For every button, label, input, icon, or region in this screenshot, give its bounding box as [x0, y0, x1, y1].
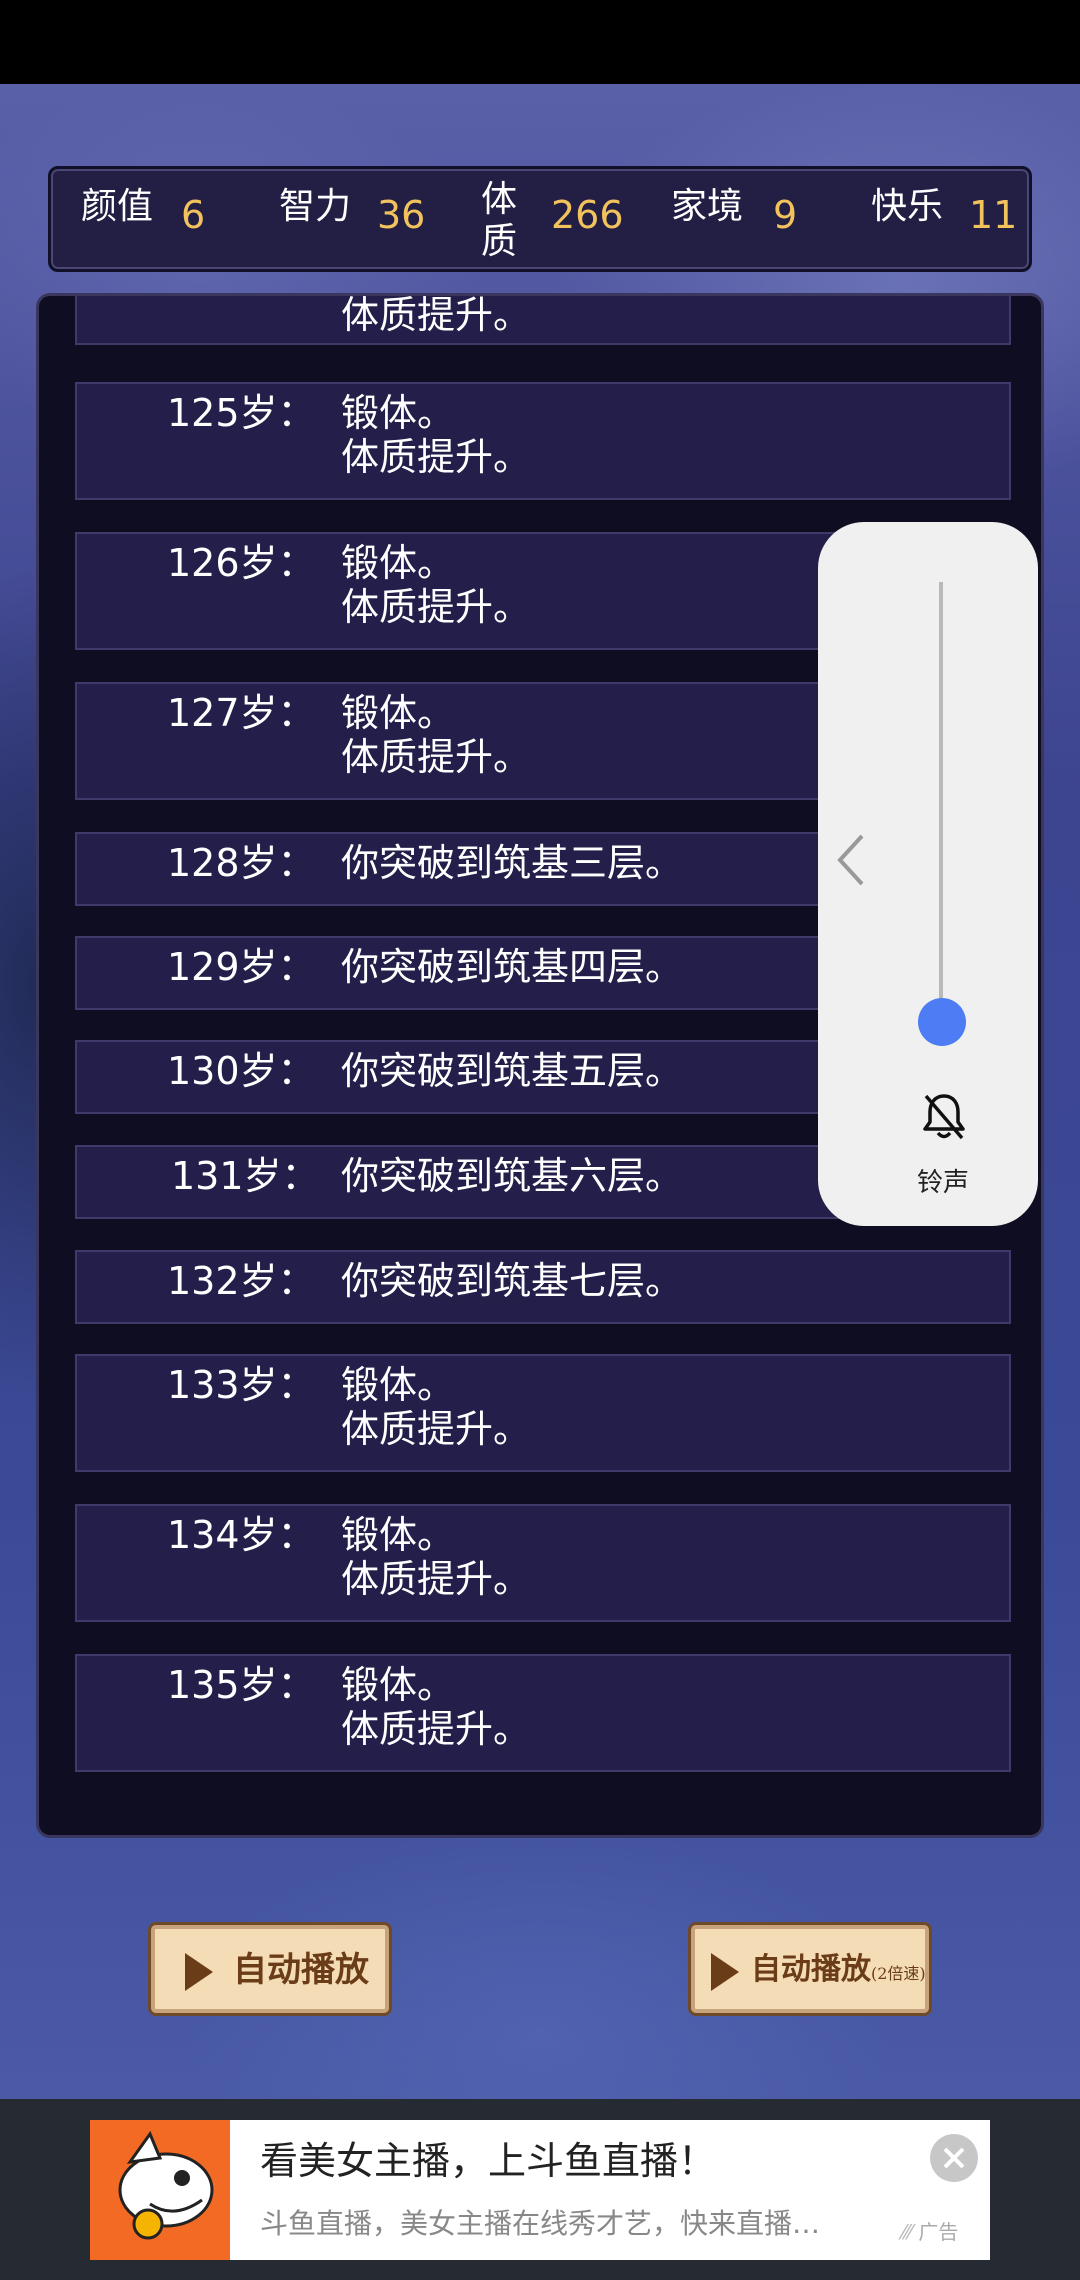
log-age: 133岁：	[167, 1363, 316, 1407]
log-age: 127岁：	[167, 691, 316, 735]
log-text: 你突破到筑基三层。	[341, 841, 684, 885]
log-text: 体质提升。	[341, 435, 532, 479]
stat-label: 快乐	[871, 186, 944, 227]
stat-label: 体质	[481, 179, 518, 262]
log-age: 134岁：	[167, 1513, 316, 1557]
log-text: 你突破到筑基六层。	[341, 1154, 684, 1198]
log-text: 锻体。	[341, 1363, 456, 1407]
stat-label: 颜值	[81, 186, 154, 227]
autoplay-2x-text: 自动播放	[751, 1952, 871, 1987]
log-text: 体质提升。	[341, 585, 532, 629]
log-age: 128岁：	[167, 841, 316, 885]
log-age: 131岁：	[171, 1154, 320, 1198]
stat-value: 6	[181, 193, 206, 237]
stat-label: 智力	[279, 186, 352, 227]
log-age: 129岁：	[167, 945, 316, 989]
stat-value: 9	[773, 193, 798, 237]
log-text: 锻体。	[341, 541, 456, 585]
log-entry: 132岁： 你突破到筑基七层。	[75, 1250, 1011, 1324]
autoplay-label: 自动播放	[233, 1950, 369, 1990]
ad-logo-icon: ⁄⁄⁄	[902, 2220, 913, 2244]
log-age: 130岁：	[167, 1049, 316, 1093]
chevron-left-icon[interactable]	[832, 830, 872, 890]
autoplay-2x-sub: (2倍速)	[871, 1964, 926, 1983]
log-entry: 125岁： 锻体。 体质提升。	[75, 382, 1011, 500]
ad-close-button[interactable]	[930, 2134, 978, 2182]
stat-constitution: 体质 266	[481, 179, 661, 269]
ad-banner[interactable]: 看美女主播，上斗鱼直播！ 斗鱼直播，美女主播在线秀才艺，快来直播… ⁄⁄⁄ 广告	[90, 2120, 990, 2260]
log-text: 体质提升。	[341, 735, 532, 779]
stat-beauty: 颜值 6	[81, 179, 231, 269]
stat-family: 家境 9	[671, 179, 811, 269]
stat-value: 11	[969, 193, 1018, 237]
stat-happiness: 快乐 11	[871, 179, 1021, 269]
ringtone-label: 铃声	[916, 1168, 969, 1198]
stat-value: 266	[551, 193, 624, 237]
log-age: 125岁：	[167, 391, 316, 435]
log-text: 锻体。	[341, 691, 456, 735]
stat-intelligence: 智力 36	[279, 179, 449, 269]
ad-description: 斗鱼直播，美女主播在线秀才艺，快来直播…	[260, 2207, 820, 2240]
log-text: 锻体。	[341, 1513, 456, 1557]
stat-value: 36	[377, 193, 426, 237]
autoplay-button[interactable]: 自动播放	[148, 1922, 392, 2016]
stat-label: 家境	[671, 186, 744, 227]
autoplay-2x-label: 自动播放(2倍速)	[751, 1947, 926, 1997]
ad-tag-label: 广告	[918, 2220, 959, 2244]
log-entry: 135岁： 锻体。 体质提升。	[75, 1654, 1011, 1772]
log-text: 锻体。	[341, 1663, 456, 1707]
volume-panel: 铃声	[818, 522, 1038, 1226]
log-age: 135岁：	[167, 1663, 316, 1707]
log-text: 体质提升。	[341, 1707, 532, 1751]
log-text: 体质提升。	[341, 293, 532, 337]
log-age: 132岁：	[167, 1259, 316, 1303]
volume-track[interactable]	[939, 582, 943, 1022]
log-text: 体质提升。	[341, 1407, 532, 1451]
stats-bar: 颜值 6 智力 36 体质 266 家境 9 快乐 11	[48, 166, 1032, 272]
autoplay-2x-button[interactable]: 自动播放(2倍速)	[688, 1922, 932, 2016]
status-bar	[0, 0, 1080, 84]
log-text: 你突破到筑基五层。	[341, 1049, 684, 1093]
play-icon	[185, 1953, 213, 1991]
bell-muted-icon[interactable]	[916, 1088, 972, 1144]
log-text: 你突破到筑基七层。	[341, 1259, 684, 1303]
log-text: 你突破到筑基四层。	[341, 945, 684, 989]
volume-slider-knob[interactable]	[918, 998, 966, 1046]
douyu-shark-icon	[90, 2120, 230, 2260]
log-entry: 体质提升。	[75, 293, 1011, 345]
close-icon	[943, 2147, 965, 2169]
log-entry: 134岁： 锻体。 体质提升。	[75, 1504, 1011, 1622]
log-age: 126岁：	[167, 541, 316, 585]
log-text: 锻体。	[341, 391, 456, 435]
play-icon	[711, 1953, 739, 1991]
log-text: 体质提升。	[341, 1557, 532, 1601]
log-entry: 133岁： 锻体。 体质提升。	[75, 1354, 1011, 1472]
ad-title: 看美女主播，上斗鱼直播！	[260, 2139, 717, 2183]
ad-tag: ⁄⁄⁄ 广告	[902, 2216, 958, 2245]
